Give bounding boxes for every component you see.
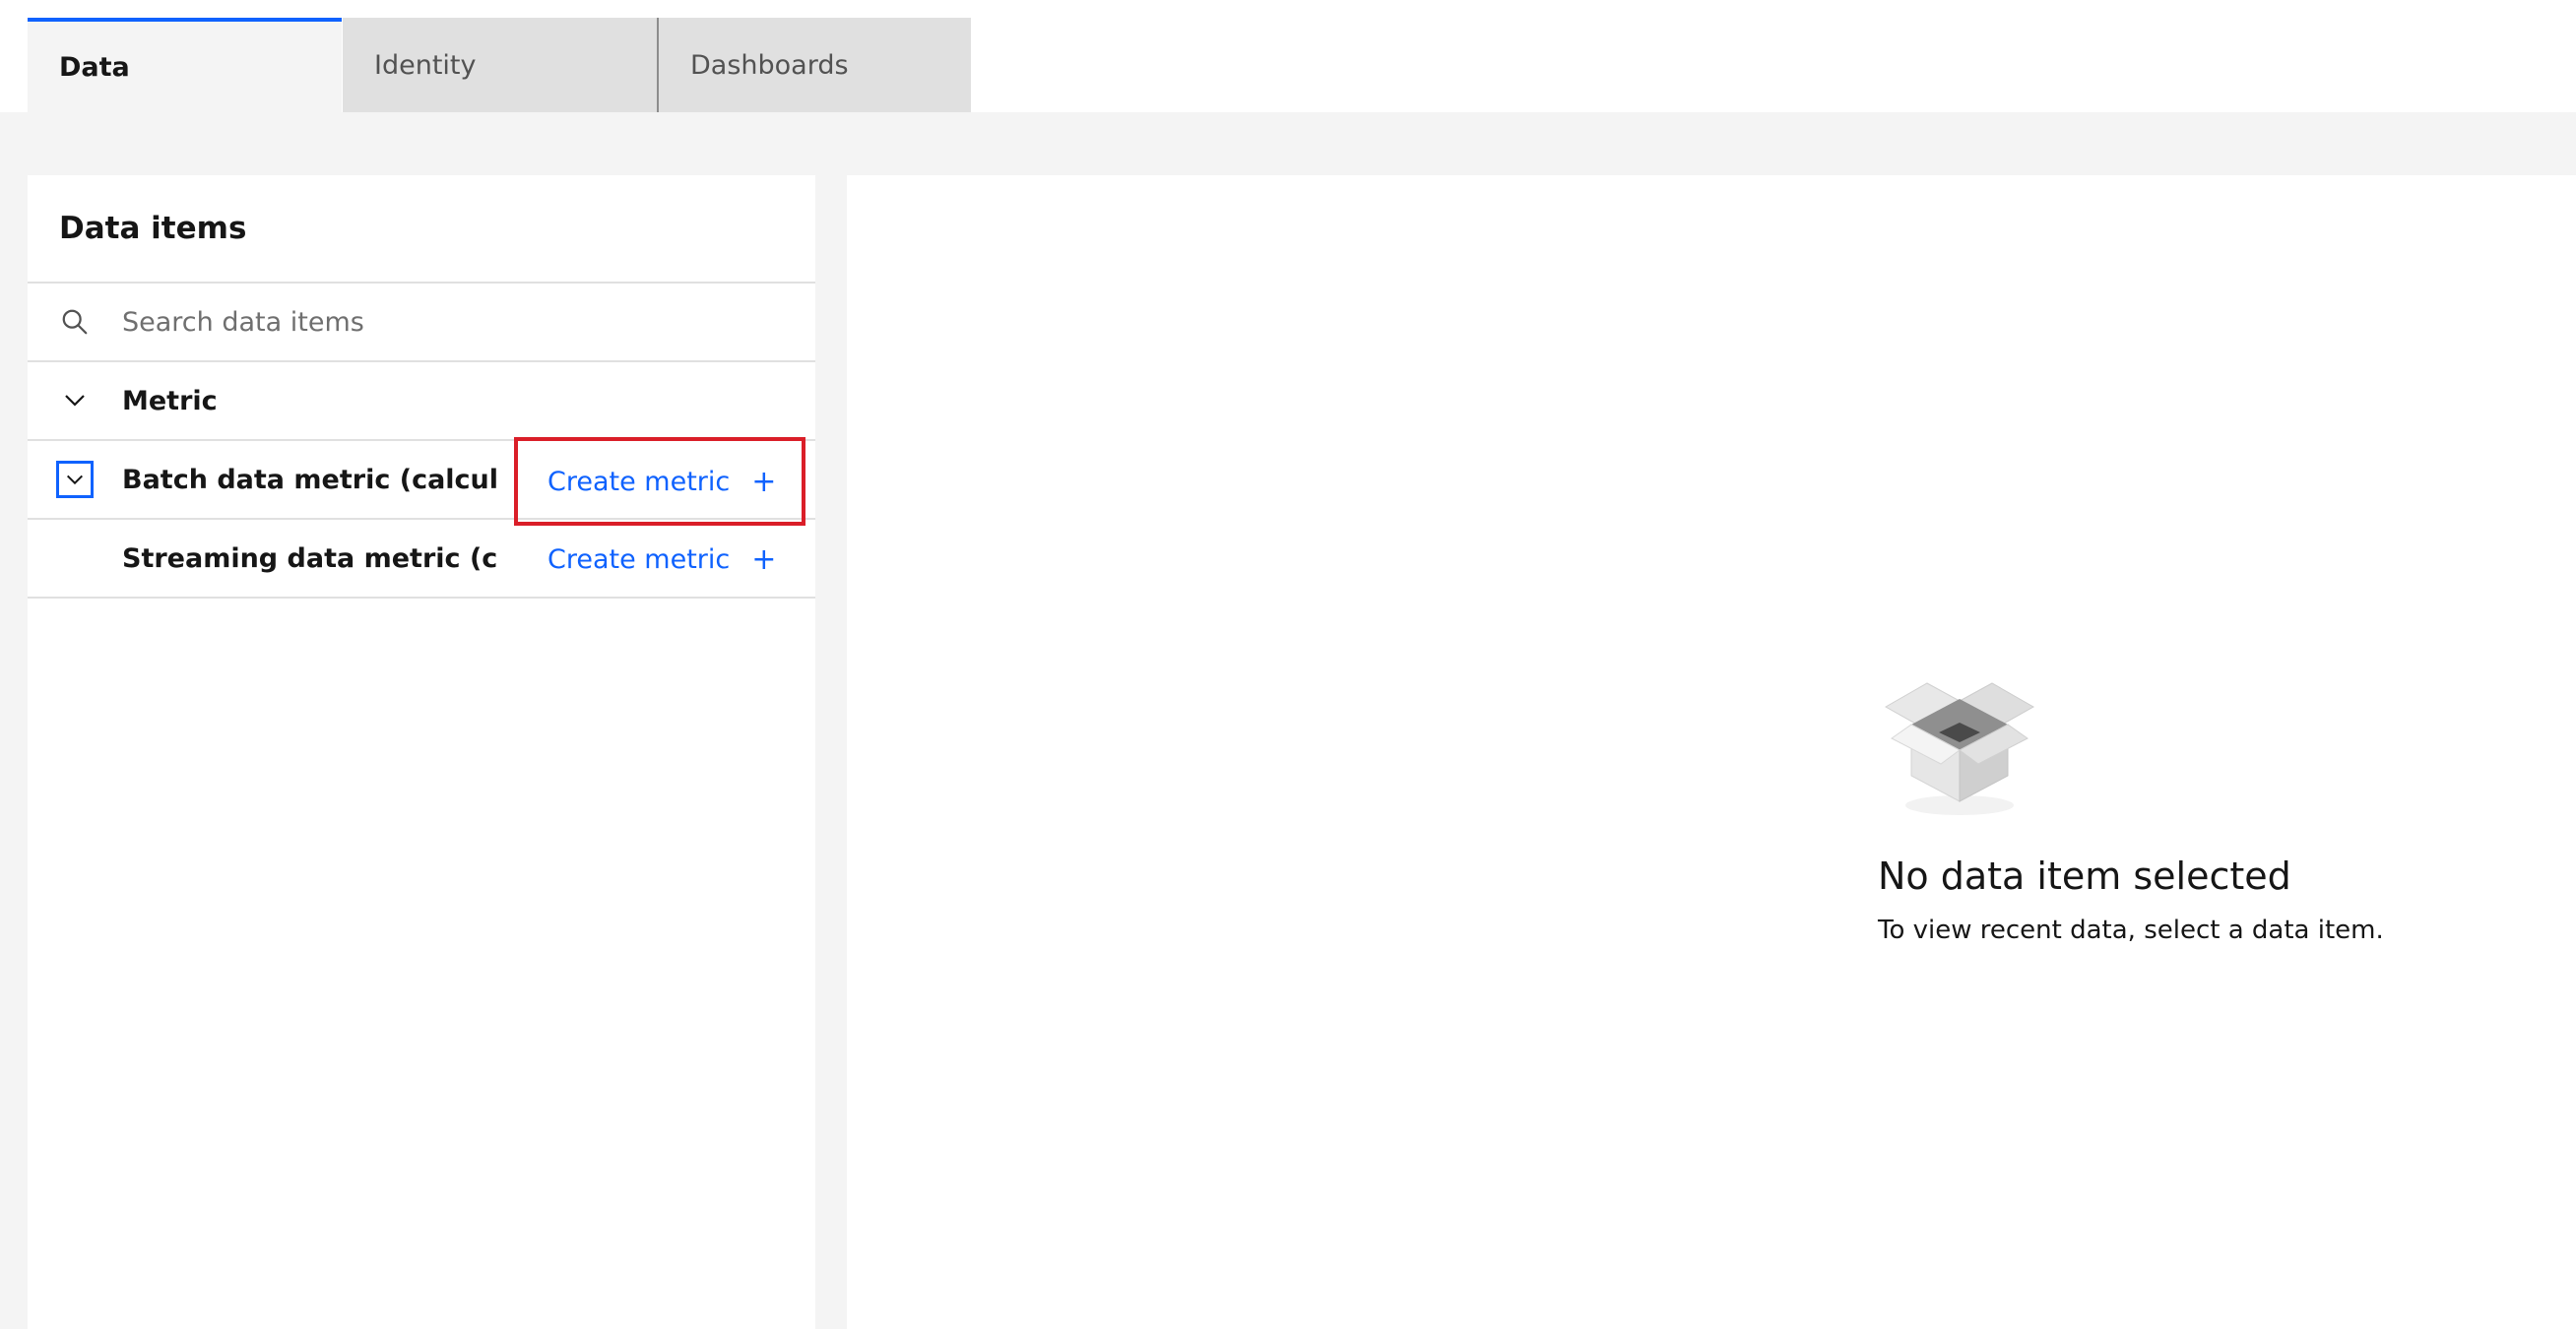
list-item-streaming-metric[interactable]: Streaming data metric (cal... Create met…: [28, 520, 815, 599]
data-items-panel: Data items Metric: [28, 175, 815, 1329]
list-item-batch-metric[interactable]: Batch data metric (calcula... Create met…: [28, 437, 815, 526]
tab-label: Data: [59, 51, 130, 83]
search-bar: [28, 284, 815, 362]
empty-box-icon: [1878, 669, 2384, 821]
empty-state-title: No data item selected: [1878, 854, 2291, 898]
panel-title: Data items: [28, 175, 815, 284]
create-metric-button[interactable]: Create metric +: [514, 520, 809, 599]
empty-state: No data item selected To view recent dat…: [1878, 669, 2384, 945]
tab-dashboards[interactable]: Dashboards: [657, 18, 971, 112]
tab-bar: Data Identity Dashboards: [0, 0, 2576, 112]
create-metric-label: Create metric: [547, 466, 731, 497]
create-metric-label: Create metric: [547, 543, 731, 575]
chevron-down-icon[interactable]: [28, 393, 122, 409]
search-input[interactable]: [122, 306, 752, 338]
create-metric-button[interactable]: Create metric +: [514, 437, 805, 526]
tab-identity[interactable]: Identity: [343, 18, 657, 112]
tab-label: Identity: [374, 49, 477, 81]
tab-data[interactable]: Data: [28, 18, 342, 112]
page: Data Identity Dashboards Data items Sear…: [0, 0, 2576, 1329]
empty-state-subtitle: To view recent data, select a data item.: [1878, 916, 2384, 945]
list-item-label: Streaming data metric (cal...: [122, 542, 496, 574]
plus-icon: +: [751, 464, 777, 499]
list-item-label: Batch data metric (calcula...: [122, 464, 496, 495]
chevron-down-icon[interactable]: [56, 461, 94, 498]
detail-panel: No data item selected To view recent dat…: [847, 175, 2576, 1329]
plus-icon: +: [751, 541, 777, 577]
group-label: Metric: [122, 385, 218, 416]
search-icon: [28, 307, 122, 337]
group-row-metric[interactable]: Metric: [28, 362, 815, 441]
tab-label: Dashboards: [690, 49, 849, 81]
